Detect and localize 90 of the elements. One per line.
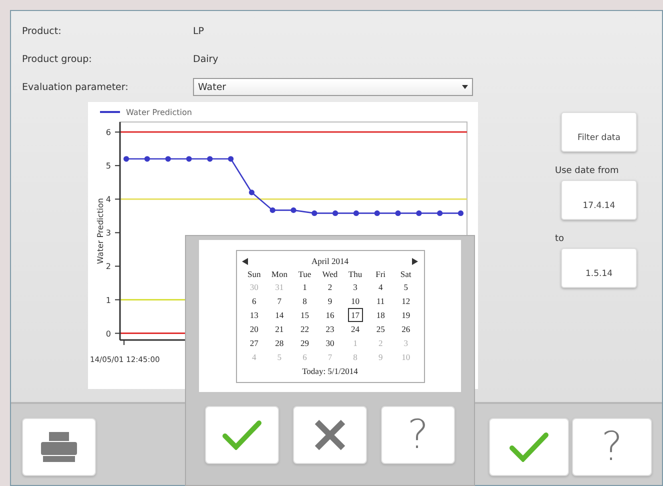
calendar-day[interactable]: 20 [246,322,262,336]
weekday-label: Tue [297,268,312,280]
y-tick-label: 1 [106,296,111,305]
legend-line [100,111,120,113]
filter-data-button[interactable]: Filter data [561,112,637,152]
calendar-day[interactable]: 8 [300,294,310,308]
field-label: Product group: [22,54,93,64]
date-from-label: Use date from [555,166,619,176]
calendar-day[interactable]: 17 [348,308,363,322]
field-value: LP [193,26,206,36]
date-to-field[interactable]: 1.5.14 [561,248,637,288]
close-icon [314,419,346,451]
confirm-button[interactable] [205,406,279,464]
y-tick-label: 5 [106,162,111,171]
calendar-day[interactable]: 16 [322,308,338,322]
printer-icon [39,432,79,462]
calendar-day[interactable]: 2 [324,280,336,294]
weekday-label: Sun [246,268,262,280]
calendar-day[interactable]: 3 [350,280,360,294]
calendar-day[interactable]: 6 [249,294,260,308]
weekday-label: Wed [321,268,339,280]
weekday-label: Mon [270,268,288,280]
calendar-day[interactable]: 10 [348,294,363,308]
data-point [312,210,318,216]
calendar-day[interactable]: 14 [272,308,287,322]
print-button[interactable] [22,418,96,476]
calendar-day[interactable]: 12 [398,294,414,308]
data-point [395,210,401,216]
legend-label: Water Prediction [126,108,192,117]
y-axis-title: Water Prediction [96,198,105,264]
calendar-day[interactable]: 9 [324,294,336,308]
calendar-day[interactable]: 18 [373,308,388,322]
calendar-day[interactable]: 1 [300,280,310,294]
data-point [207,156,213,162]
date-from-field[interactable]: 17.4.14 [561,180,637,220]
calendar-day[interactable]: 23 [322,322,338,336]
calendar-day[interactable]: 24 [348,322,363,336]
calendar-day[interactable]: 27 [246,336,262,350]
data-point [228,156,234,162]
field-label: Product: [22,26,62,36]
checkmark-icon [222,420,262,450]
calendar-day[interactable]: 4 [375,280,386,294]
calendar-day[interactable]: 21 [272,322,287,336]
previous-month-icon[interactable] [242,258,248,264]
weekday-label: Fri [374,268,387,280]
calendar-day[interactable]: 30 [322,336,338,350]
calendar-day[interactable]: 15 [297,308,312,322]
y-tick-label: 4 [106,195,111,204]
data-point [144,156,150,162]
month-title: April 2014 [311,256,349,266]
y-tick-label: 2 [106,262,111,272]
data-point [332,210,338,216]
calendar-day[interactable]: 25 [373,322,388,336]
data-point [123,156,130,162]
calendar-day[interactable]: 28 [272,336,287,350]
calendar-day[interactable]: 11 [373,294,388,308]
calendar-day[interactable]: 22 [297,322,312,336]
calendar-day[interactable]: 29 [297,336,312,350]
weekday-label: Thu [347,268,364,280]
cancel-button[interactable] [293,406,367,464]
calendar-day[interactable]: 5 [400,280,411,294]
today-link[interactable]: Today: 5/1/2014 [242,366,418,376]
next-month-icon[interactable] [412,258,418,264]
calendar-day[interactable]: 19 [398,308,414,322]
data-point [437,210,443,216]
field-label: Evaluation parameter: [22,82,130,92]
parameter-dropdown[interactable]: Water [193,78,473,96]
data-point [374,210,380,216]
calendar-day[interactable]: 7 [274,294,285,308]
data-point [248,190,254,196]
confirm-button[interactable] [489,418,569,476]
y-tick-label: 0 [106,329,111,338]
data-point [186,156,192,162]
field-value: Dairy [193,54,220,64]
calendar-day[interactable]: 13 [246,308,262,322]
data-point [165,156,171,162]
help-button[interactable]: ? [381,406,455,464]
data-point [458,210,464,216]
data-point [353,210,359,216]
calendar-day[interactable]: 26 [398,322,414,336]
y-tick-label: 6 [106,128,111,138]
data-point [270,207,276,213]
y-tick-label: 3 [106,228,111,238]
checkmark-icon [509,432,549,462]
weekday-label: Sat [399,268,412,280]
dropdown-arrow-icon [462,85,468,89]
date-to-label: to [555,234,564,244]
data-point [416,210,422,216]
help-button[interactable]: ? [572,418,652,476]
data-point [290,207,296,213]
